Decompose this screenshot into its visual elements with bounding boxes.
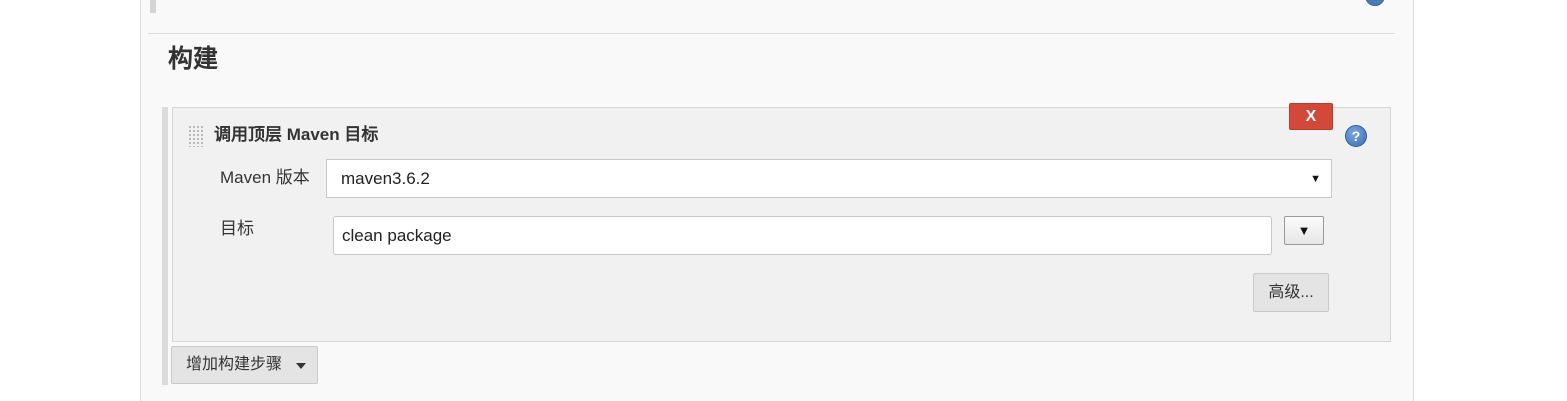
maven-version-label: Maven 版本 xyxy=(220,168,310,187)
add-build-step-button[interactable]: 增加构建步骤 xyxy=(171,346,318,384)
previous-section-bar xyxy=(150,0,156,13)
maven-version-select[interactable]: maven3.6.2 ▼ xyxy=(326,159,1332,198)
page: 构建 调用顶层 Maven 目标 X ? Maven 版本 maven3.6.2… xyxy=(0,0,1567,401)
section-divider xyxy=(148,33,1395,34)
maven-version-value: maven3.6.2 xyxy=(341,169,430,188)
goals-label: 目标 xyxy=(220,219,254,238)
delete-step-button[interactable]: X xyxy=(1289,103,1333,130)
drag-handle-icon[interactable] xyxy=(188,125,204,147)
step-title: 调用顶层 Maven 目标 xyxy=(214,125,379,144)
add-build-step-label: 增加构建步骤 xyxy=(186,356,283,373)
advanced-button[interactable]: 高级... xyxy=(1253,273,1329,312)
expand-goals-button[interactable]: ▼ xyxy=(1284,216,1324,245)
caret-down-icon xyxy=(296,363,306,369)
section-title: 构建 xyxy=(168,45,219,73)
goals-value: clean package xyxy=(342,226,452,245)
step-left-bar xyxy=(162,107,168,385)
help-icon[interactable]: ? xyxy=(1345,125,1367,147)
chevron-down-icon: ▼ xyxy=(1310,173,1321,185)
goals-input[interactable]: clean package xyxy=(333,216,1272,255)
